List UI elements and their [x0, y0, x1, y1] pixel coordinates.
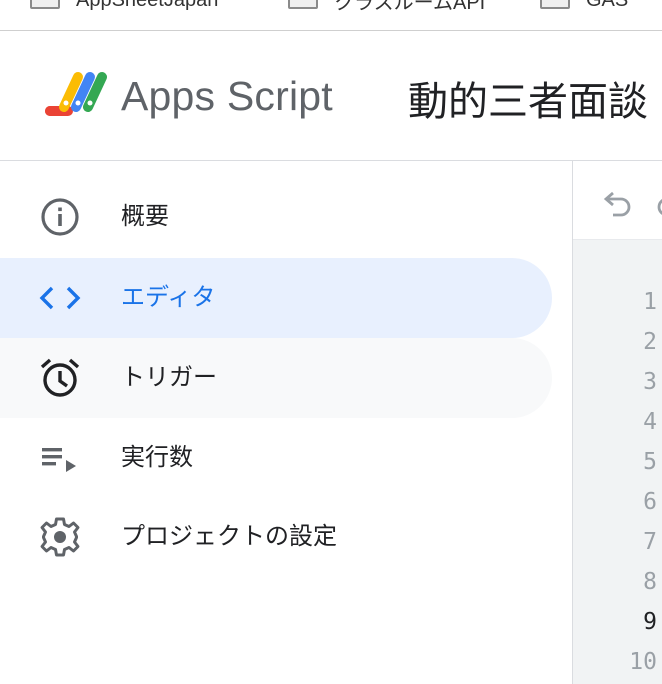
bookmark-gas[interactable]: GAS: [540, 0, 628, 12]
sidebar-item-overview[interactable]: 概要: [0, 177, 552, 257]
gear-icon: [38, 517, 82, 557]
line-number: 1: [643, 289, 657, 315]
alarm-clock-icon: [38, 358, 82, 398]
app-name[interactable]: Apps Script: [121, 73, 333, 120]
redo-icon[interactable]: [653, 185, 662, 219]
apps-script-logo-icon[interactable]: [42, 67, 108, 123]
sidebar-item-label: エディタ: [121, 284, 216, 311]
sidebar-item-label: プロジェクトの設定: [121, 523, 337, 550]
bookmarks-bar: AppSheetJapan クラスルームAPI GAS: [0, 0, 662, 31]
app-header: Apps Script 動的三者面談: [0, 31, 662, 161]
sidebar-item-editor[interactable]: エディタ: [0, 258, 552, 338]
line-number: 10: [629, 649, 657, 675]
undo-icon[interactable]: [601, 185, 635, 219]
sidebar-item-triggers[interactable]: トリガー: [0, 338, 552, 418]
line-number: 2: [643, 329, 657, 355]
bookmark-appsheetjapan[interactable]: AppSheetJapan: [30, 0, 218, 12]
line-number: 3: [643, 369, 657, 395]
info-icon: [38, 197, 82, 237]
line-number: 7: [643, 529, 657, 555]
project-title[interactable]: 動的三者面談: [408, 69, 648, 127]
code-editor[interactable]: 1 2 3 4 5 6 7 8 9 10: [572, 161, 662, 684]
sidebar-item-label: 実行数: [121, 444, 193, 471]
sidebar-item-label: トリガー: [121, 364, 217, 391]
bookmark-label: GAS: [586, 0, 628, 12]
line-number: 6: [643, 489, 657, 515]
bookmark-label: AppSheetJapan: [76, 0, 218, 12]
folder-icon: [30, 0, 60, 9]
line-number-current: 9: [643, 609, 657, 635]
line-number: 8: [643, 569, 657, 595]
playlist-play-icon: [38, 438, 82, 478]
folder-icon: [540, 0, 570, 9]
sidebar-item-project-settings[interactable]: プロジェクトの設定: [0, 497, 552, 577]
bookmark-classroom-api[interactable]: クラスルームAPI: [288, 0, 486, 14]
folder-icon: [288, 0, 318, 9]
bookmark-label: クラスルームAPI: [334, 0, 486, 14]
sidebar-item-label: 概要: [121, 203, 169, 230]
sidebar-item-executions[interactable]: 実行数: [0, 418, 552, 498]
line-number: 4: [643, 409, 657, 435]
editor-toolbar: [573, 161, 662, 240]
code-icon: [38, 278, 82, 318]
line-number: 5: [643, 449, 657, 475]
sidebar-nav: 概要 エディタ トリガー 実行数 プロジェクトの設定: [0, 161, 572, 684]
